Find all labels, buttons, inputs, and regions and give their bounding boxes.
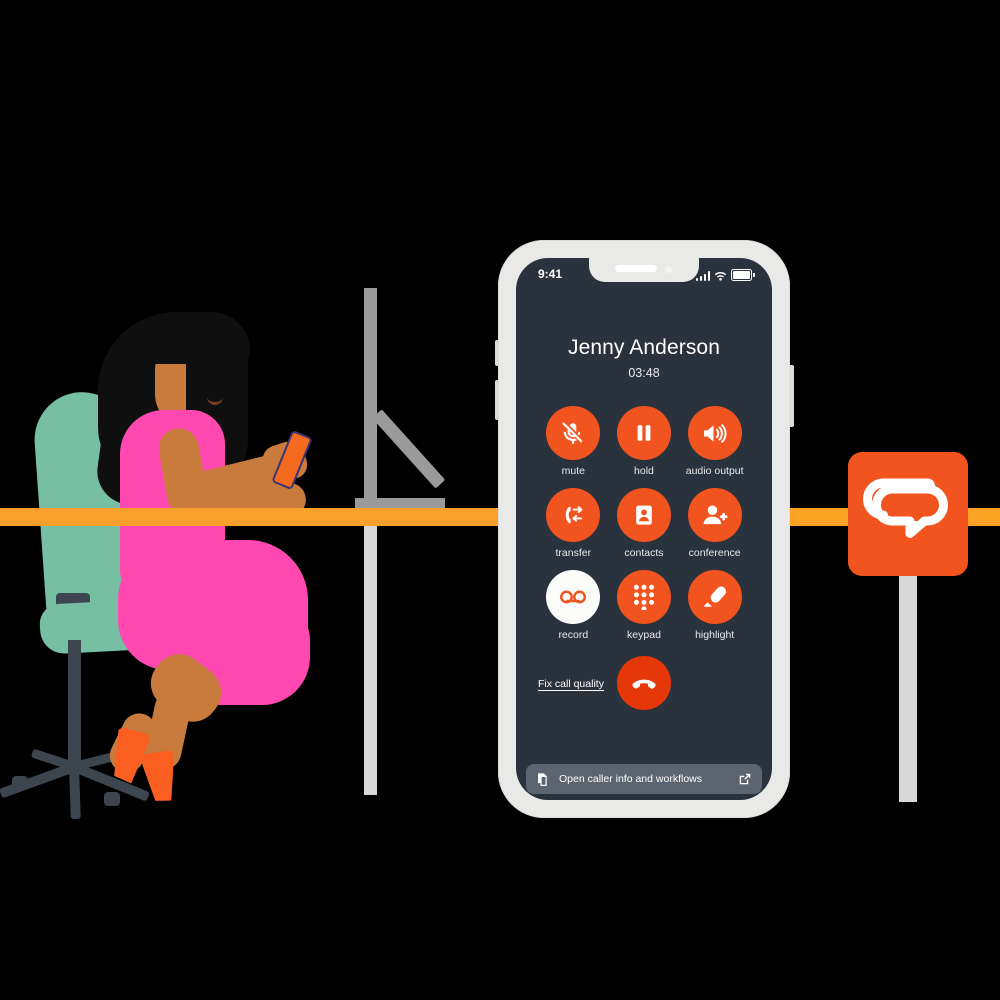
voicemail-record-icon (560, 590, 587, 604)
call-control-contacts[interactable]: contacts (609, 488, 679, 559)
record-label: record (558, 629, 589, 641)
external-link-icon[interactable] (738, 772, 752, 786)
phone-mockup: 9:41 Jenny Anderson 03:48 mute hold audi… (495, 240, 794, 818)
mute-label: mute (561, 465, 585, 477)
call-controls-grid: mute hold audio output transfer contacts… (538, 406, 750, 641)
desk-brace-diagonal (372, 409, 446, 489)
call-control-highlight[interactable]: highlight (680, 570, 750, 641)
phone-volume-button[interactable] (495, 340, 499, 366)
cellular-signal-icon (695, 271, 710, 281)
status-bar-time: 9:41 (538, 267, 563, 281)
chair-leg (69, 766, 81, 820)
keypad-button[interactable] (616, 570, 671, 624)
copy-document-icon (536, 772, 551, 787)
call-transfer-icon (566, 506, 583, 524)
contacts-button[interactable] (616, 488, 671, 542)
chair-stem (68, 640, 81, 770)
highlight-button[interactable] (687, 570, 742, 624)
caller-name: Jenny Anderson (567, 336, 720, 359)
call-control-hold[interactable]: hold (609, 406, 679, 477)
phone-notch (589, 258, 699, 282)
call-control-record[interactable]: record (538, 570, 608, 641)
record-button[interactable] (546, 570, 601, 624)
front-camera-icon (665, 265, 672, 273)
end-call-button[interactable] (617, 656, 671, 710)
call-actions-row: Fix call quality (516, 656, 772, 726)
phone-screen: 9:41 Jenny Anderson 03:48 mute hold audi… (516, 258, 772, 800)
conference-label: conference (688, 547, 741, 559)
add-person-icon (703, 505, 728, 525)
conference-button[interactable] (687, 488, 742, 542)
call-control-conference[interactable]: conference (680, 488, 750, 559)
highlighter-pen-icon (704, 586, 727, 607)
speaker-volume-icon (704, 423, 727, 443)
transfer-button[interactable] (546, 488, 601, 542)
call-duration: 03:48 (628, 366, 660, 380)
battery-icon (731, 269, 755, 281)
microphone-muted-icon (562, 422, 583, 444)
speech-bubble-s-logo (862, 478, 948, 538)
keypad-label: keypad (627, 629, 661, 641)
audio-output-label: audio output (685, 465, 744, 477)
transfer-label: transfer (555, 547, 592, 559)
mute-button[interactable] (546, 406, 601, 460)
desk-leg-vertical (364, 288, 377, 510)
pause-icon (637, 425, 651, 441)
desk-leg-lower (364, 520, 377, 795)
caller-info-bar[interactable]: Open caller info and workflows (526, 764, 762, 794)
illustration-canvas: 9:41 Jenny Anderson 03:48 mute hold audi… (0, 0, 1000, 1000)
sign-post (899, 570, 917, 802)
phone-power-button[interactable] (789, 365, 794, 427)
call-control-transfer[interactable]: transfer (538, 488, 608, 559)
call-control-audio-output[interactable]: audio output (680, 406, 750, 477)
fix-call-quality-link[interactable]: Fix call quality (538, 678, 604, 690)
brand-sign (848, 452, 968, 576)
dialpad-icon (633, 584, 655, 610)
chair-caster (12, 776, 28, 790)
contacts-label: contacts (624, 547, 664, 559)
earpiece-speaker (615, 265, 657, 272)
person-eye (216, 372, 224, 380)
wifi-icon (714, 271, 727, 281)
hold-button[interactable] (616, 406, 671, 460)
caller-info-label: Open caller info and workflows (559, 773, 702, 785)
call-control-mute[interactable]: mute (538, 406, 608, 477)
hang-up-phone-icon (632, 679, 656, 689)
chair-caster (104, 792, 120, 806)
audio-output-button[interactable] (687, 406, 742, 460)
highlight-label: highlight (695, 629, 735, 641)
contact-card-icon (636, 505, 652, 525)
caller-info: Jenny Anderson 03:48 (516, 336, 772, 380)
phone-volume-button[interactable] (495, 380, 499, 420)
hold-label: hold (634, 465, 654, 477)
call-control-keypad[interactable]: keypad (609, 570, 679, 641)
